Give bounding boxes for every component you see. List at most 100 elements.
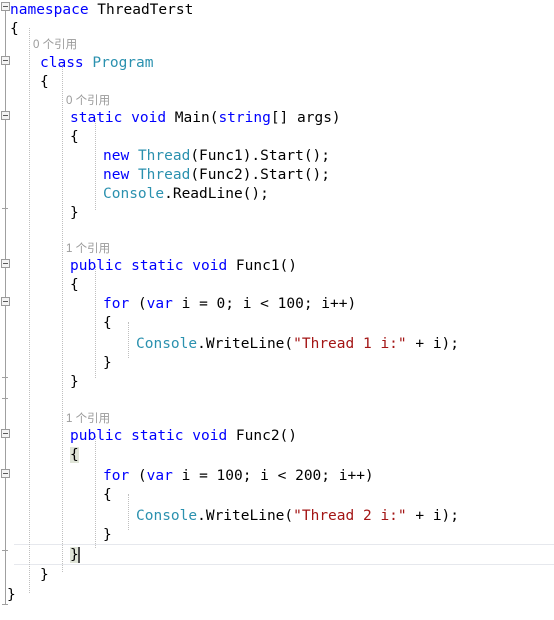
code-token: { (103, 315, 112, 331)
codelens-reference-count[interactable]: 0 个引用 (33, 37, 77, 54)
code-token: .WriteLine( (197, 336, 294, 352)
code-token: for (103, 468, 130, 484)
code-line[interactable]: static void Main(string[] args) (70, 108, 341, 128)
code-token: + i); (406, 336, 460, 352)
code-line[interactable]: { (70, 275, 79, 295)
code-token: void (192, 428, 228, 444)
outline-toggle-namespace[interactable] (1, 2, 10, 11)
code-token: for (103, 296, 130, 312)
code-line[interactable]: new Thread(Func2).Start(); (103, 165, 330, 185)
code-line[interactable]: for (var i = 100; i < 200; i++) (103, 466, 374, 486)
code-token: .ReadLine(); (164, 186, 269, 202)
code-token: static (131, 258, 184, 274)
code-token: .WriteLine( (197, 508, 294, 524)
outline-toggle-main[interactable] (1, 111, 10, 120)
indent-guide (128, 494, 129, 530)
code-token: static (70, 110, 123, 126)
code-line[interactable]: { (103, 485, 112, 505)
outline-toggle-func2[interactable] (1, 429, 10, 438)
code-token: { (70, 277, 79, 293)
code-line[interactable]: { (40, 72, 49, 92)
code-line[interactable]: } (7, 585, 16, 605)
code-line[interactable]: for (var i = 0; i < 100; i++) (103, 294, 356, 314)
indent-guide (95, 436, 96, 548)
code-token: { (70, 129, 79, 145)
indent-guide (62, 62, 63, 572)
outlining-gutter[interactable] (0, 0, 14, 620)
code-token: ( (129, 468, 147, 484)
code-token: } (103, 355, 112, 371)
code-token: var (146, 296, 173, 312)
code-token: { (10, 21, 19, 37)
code-token: } (103, 527, 112, 543)
outlining-end-tick (2, 208, 8, 209)
code-line[interactable]: } (70, 203, 79, 223)
code-line[interactable]: public static void Func1() (70, 256, 297, 276)
code-token: new (103, 167, 130, 183)
code-line[interactable]: Console.WriteLine("Thread 2 i:" + i); (136, 506, 459, 526)
code-line[interactable]: { (70, 445, 79, 465)
code-token: Console (103, 186, 165, 202)
code-line[interactable]: Console.WriteLine("Thread 1 i:" + i); (136, 334, 459, 354)
code-token: void (131, 110, 167, 126)
code-token: [] args) (270, 110, 341, 126)
outline-toggle-for2[interactable] (1, 469, 10, 478)
code-token: Main( (166, 110, 219, 126)
outline-toggle-func1[interactable] (1, 259, 10, 268)
code-line[interactable]: { (10, 19, 19, 39)
code-line[interactable]: } (40, 565, 49, 585)
code-token: static (131, 428, 184, 444)
code-line[interactable]: Console.ReadLine(); (103, 184, 269, 204)
code-token: Console (136, 508, 198, 524)
code-token: ThreadTerst (88, 2, 194, 18)
code-token: } (70, 374, 79, 390)
code-line[interactable]: namespace ThreadTerst (10, 0, 193, 20)
matched-brace: { (70, 447, 79, 463)
code-line[interactable]: } (70, 372, 79, 392)
code-editor-surface[interactable]: 0 个引用 0 个引用 1 个引用 1 个引用 namespace ThreadTer… (0, 0, 554, 620)
code-token: Program (92, 55, 154, 71)
code-token: (Func2).Start(); (190, 167, 331, 183)
outlining-end-tick (2, 377, 8, 378)
code-token: void (192, 258, 228, 274)
code-token: { (103, 487, 112, 503)
code-token: new (103, 148, 130, 164)
code-token: i = 100; i < 200; i++) (172, 468, 374, 484)
code-token: "Thread 1 i:" (293, 336, 407, 352)
code-token: public (70, 258, 123, 274)
code-line[interactable]: class Program (40, 53, 154, 73)
code-token: string (218, 110, 271, 126)
code-line[interactable]: } (103, 525, 112, 545)
outlining-rail (5, 58, 6, 577)
code-token: Thread (137, 167, 191, 183)
code-line[interactable]: { (70, 127, 79, 147)
indent-guide (29, 28, 30, 593)
outline-toggle-class[interactable] (1, 56, 10, 65)
code-token: } (7, 587, 16, 603)
code-token: i = 0; i < 100; i++) (172, 296, 357, 312)
code-token: "Thread 2 i:" (293, 508, 407, 524)
code-line[interactable]: { (103, 313, 112, 333)
code-token: Func1() (227, 258, 298, 274)
code-token: ( (129, 296, 147, 312)
code-line[interactable]: public static void Func2() (70, 426, 297, 446)
outline-toggle-for1[interactable] (1, 297, 10, 306)
code-line[interactable]: new Thread(Func1).Start(); (103, 146, 330, 166)
code-token: Console (136, 336, 198, 352)
text-caret (78, 547, 80, 563)
code-token: } (70, 205, 79, 221)
code-token: } (40, 567, 49, 583)
code-token: Func2() (227, 428, 298, 444)
code-token: var (146, 468, 173, 484)
code-line[interactable]: } (103, 353, 112, 373)
outlining-end-tick (2, 550, 8, 551)
code-token: namespace (10, 2, 89, 18)
code-token: class (40, 55, 84, 71)
code-token: + i); (406, 508, 460, 524)
